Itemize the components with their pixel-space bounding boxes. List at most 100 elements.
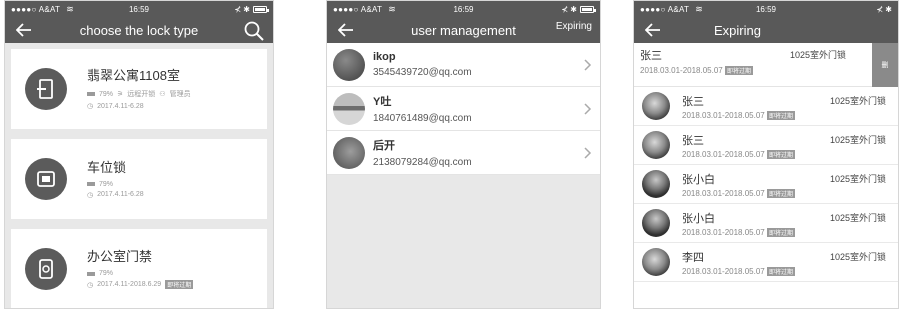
page-title: Expiring bbox=[714, 23, 761, 38]
lock-list: 翡翠公寓1108室 79% ⚞ 远程开锁 ⚇ 管理员 ◷ 2017.4.11-6… bbox=[5, 43, 273, 308]
avatar bbox=[642, 131, 670, 159]
expiring-tag: 即将过期 bbox=[165, 280, 194, 289]
chevron-right-icon bbox=[584, 102, 592, 120]
expiring-tag: 即将过期 bbox=[724, 66, 753, 75]
status-right: ⊀ ✱ bbox=[234, 5, 269, 14]
wifi-icon: ≋ bbox=[388, 4, 396, 14]
back-arrow-icon[interactable] bbox=[13, 19, 35, 41]
date-range-text: 2018.03.01-2018.05.07 bbox=[682, 188, 765, 198]
avatar bbox=[642, 92, 670, 120]
lock-name: 翡翠公寓1108室 bbox=[87, 68, 180, 83]
back-arrow-icon[interactable] bbox=[642, 19, 664, 41]
user-name: 张三 bbox=[640, 50, 662, 62]
lock-card[interactable]: 翡翠公寓1108室 79% ⚞ 远程开锁 ⚇ 管理员 ◷ 2017.4.11-6… bbox=[11, 49, 267, 129]
user-row[interactable]: ikop 3545439720@qq.com bbox=[327, 43, 600, 87]
back-arrow-icon[interactable] bbox=[335, 19, 357, 41]
search-icon[interactable] bbox=[243, 20, 265, 42]
battery-level: 79% bbox=[99, 180, 114, 188]
status-bar: ●●●●○ A&AT ≋ 16:59 ⊀ ✱ bbox=[634, 1, 898, 18]
lock-location: 1025室外门锁 bbox=[830, 252, 887, 262]
status-right: ⊀ ✱ bbox=[561, 5, 596, 14]
expiring-button[interactable]: Expiring bbox=[556, 21, 592, 32]
user-name: 后开 bbox=[373, 140, 395, 152]
user-row[interactable]: Y吐 1840761489@qq.com bbox=[327, 87, 600, 131]
lock-dates: 2017.4.11-2018.6.29 bbox=[97, 281, 162, 288]
lock-location: 1025室外门锁 bbox=[830, 174, 887, 184]
date-range: 2018.03.01-2018.05.07 即将过期 bbox=[682, 149, 795, 159]
status-right: ⊀ ✱ bbox=[876, 5, 892, 14]
wifi-icon: ≋ bbox=[66, 4, 74, 14]
expiring-row[interactable]: 张三 2018.03.01-2018.05.07 即将过期 1025室外门锁 bbox=[634, 126, 898, 165]
avatar bbox=[333, 136, 365, 169]
lock-dates-row: ◷ 2017.4.11-6.28 bbox=[87, 102, 191, 111]
lock-type-screen: ●●●●○ A&AT ≋ 16:59 ⊀ ✱ choose the lock t… bbox=[4, 0, 274, 309]
clock-icon: ◷ bbox=[87, 281, 94, 289]
remote-unlock-label: 远程开锁 bbox=[127, 91, 156, 98]
admin-label: 管理员 bbox=[169, 91, 191, 98]
status-time: 16:59 bbox=[128, 5, 150, 14]
user-email: 2138079284@qq.com bbox=[373, 157, 472, 168]
user-list: ikop 3545439720@qq.com Y吐 1840761489@qq.… bbox=[327, 43, 600, 175]
user-management-screen: ●●●●○ A&AT ≋ 16:59 ⊀ ✱ user management E… bbox=[326, 0, 601, 309]
user-row[interactable]: 后开 2138079284@qq.com bbox=[327, 131, 600, 175]
header: ●●●●○ A&AT ≋ 16:59 ⊀ ✱ choose the lock t… bbox=[5, 1, 273, 43]
header: ●●●●○ A&AT ≋ 16:59 ⊀ ✱ user management E… bbox=[327, 1, 600, 43]
carrier-label: ●●●●○ A&AT bbox=[333, 5, 383, 14]
user-email: 3545439720@qq.com bbox=[373, 67, 472, 78]
carrier-label: ●●●●○ A&AT bbox=[11, 5, 61, 14]
header: ●●●●○ A&AT ≋ 16:59 ⊀ ✱ Expiring bbox=[634, 1, 898, 43]
lock-card[interactable]: 车位锁 79% ◷ 2017.4.11-6.28 bbox=[11, 139, 267, 219]
lock-location: 1025室外门锁 bbox=[790, 50, 847, 60]
date-range: 2018.03.01-2018.05.07 即将过期 bbox=[682, 266, 795, 276]
parking-lock-icon bbox=[25, 158, 67, 200]
carrier-label: ●●●●○ A&AT bbox=[640, 5, 690, 14]
date-range-text: 2018.03.01-2018.05.07 bbox=[682, 227, 765, 237]
navbar: user management Expiring bbox=[327, 18, 600, 43]
expiring-row[interactable]: 张三 2018.03.01-2018.05.07 即将过期 1025室外门锁 bbox=[634, 87, 898, 126]
user-name: 张三 bbox=[682, 95, 704, 108]
user-name: ikop bbox=[373, 51, 396, 63]
expiring-row-swiped[interactable]: 张三 2018.03.01-2018.05.07 即将过期 1025室外门锁 删 bbox=[634, 43, 898, 87]
date-range-text: 2018.03.01-2018.05.07 bbox=[682, 110, 765, 120]
expiring-row[interactable]: 张小白 2018.03.01-2018.05.07 即将过期 1025室外门锁 bbox=[634, 165, 898, 204]
lock-name: 办公室门禁 bbox=[87, 249, 153, 264]
lock-dates: 2017.4.11-6.28 bbox=[97, 102, 144, 110]
date-range: 2018.03.01-2018.05.07 即将过期 bbox=[682, 227, 795, 237]
lock-location: 1025室外门锁 bbox=[830, 96, 887, 106]
navbar: choose the lock type bbox=[5, 18, 273, 43]
lock-dates-row: ◷ 2017.4.11-6.28 bbox=[87, 191, 144, 199]
date-range-text: 2018.03.01-2018.05.07 bbox=[640, 66, 723, 75]
lock-meta: 79% ⚞ 远程开锁 ⚇ 管理员 bbox=[87, 89, 191, 99]
expiring-row[interactable]: 李四 2018.03.01-2018.05.07 即将过期 1025室外门锁 bbox=[634, 243, 898, 282]
expiring-row[interactable]: 张小白 2018.03.01-2018.05.07 即将过期 1025室外门锁 bbox=[634, 204, 898, 243]
lock-location: 1025室外门锁 bbox=[830, 213, 887, 223]
lock-card[interactable]: 办公室门禁 79% ◷ 2017.4.11-2018.6.29 即将过期 bbox=[11, 229, 267, 308]
user-email: 1840761489@qq.com bbox=[373, 113, 472, 124]
door-lock-icon bbox=[25, 68, 67, 110]
battery-icon bbox=[87, 182, 95, 186]
user-name: 张三 bbox=[682, 134, 704, 147]
delete-button[interactable]: 删 bbox=[872, 43, 898, 87]
date-range-text: 2018.03.01-2018.05.07 bbox=[682, 149, 765, 159]
status-bar: ●●●●○ A&AT ≋ 16:59 ⊀ ✱ bbox=[327, 1, 600, 18]
navbar: Expiring bbox=[634, 18, 898, 43]
lock-meta: 79% bbox=[87, 270, 193, 277]
admin-icon: ⚇ bbox=[159, 91, 166, 98]
battery-level: 79% bbox=[99, 270, 114, 277]
date-range: 2018.03.01-2018.05.07 即将过期 bbox=[682, 110, 795, 120]
user-name: 张小白 bbox=[682, 212, 715, 225]
avatar bbox=[333, 48, 365, 81]
lock-location: 1025室外门锁 bbox=[830, 135, 887, 145]
status-time: 16:59 bbox=[453, 5, 474, 14]
expiring-tag: 即将过期 bbox=[766, 266, 795, 276]
avatar bbox=[642, 248, 670, 276]
lock-name: 车位锁 bbox=[87, 159, 127, 175]
status-icons: ⊀ ✱ bbox=[234, 5, 250, 14]
expiring-tag: 即将过期 bbox=[766, 227, 795, 237]
battery-icon bbox=[580, 6, 596, 13]
chevron-right-icon bbox=[584, 58, 592, 76]
lock-dates: 2017.4.11-6.28 bbox=[97, 191, 144, 198]
user-name: 张小白 bbox=[682, 173, 715, 186]
avatar bbox=[333, 92, 365, 125]
chevron-right-icon bbox=[584, 146, 592, 164]
